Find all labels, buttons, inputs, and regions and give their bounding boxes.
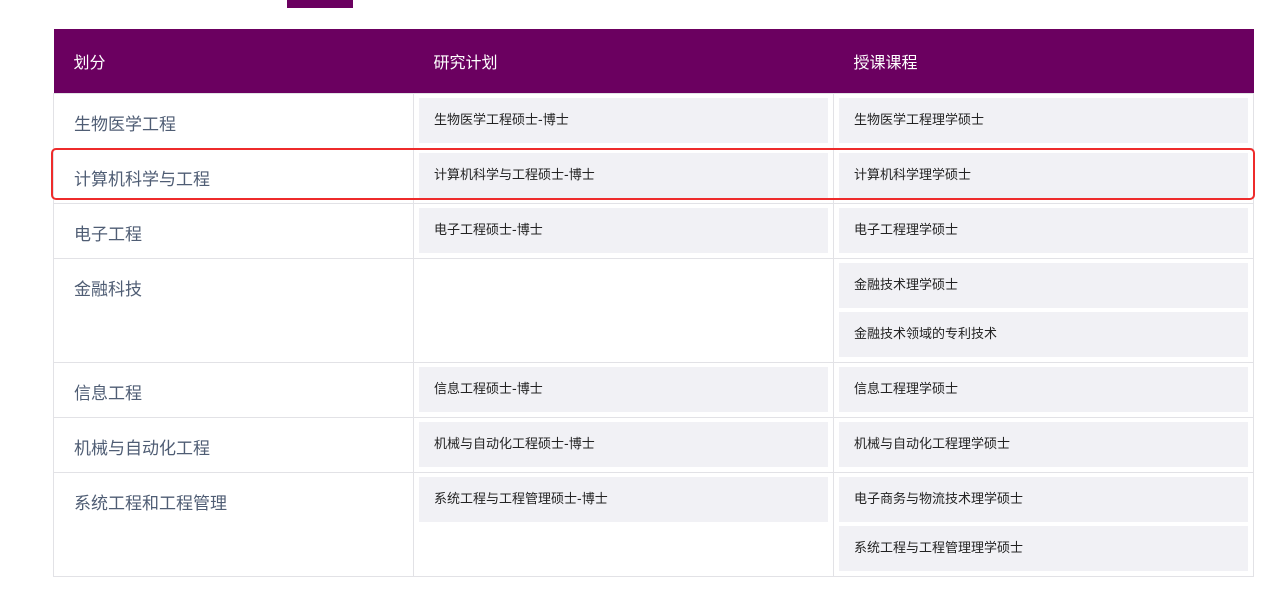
research-program-item[interactable]: 生物医学工程硕士-博士 — [419, 97, 828, 143]
table-row: 信息工程 信息工程硕士-博士 信息工程理学硕士 — [53, 361, 1254, 418]
taught-cell: 生物医学工程理学硕士 — [833, 92, 1254, 149]
header-research: 研究计划 — [413, 29, 834, 93]
table-header-row: 划分 研究计划 授课课程 — [53, 29, 1254, 93]
research-cell: 计算机科学与工程硕士-博士 — [413, 147, 834, 204]
research-program-item[interactable]: 计算机科学与工程硕士-博士 — [419, 152, 828, 198]
table-row: 金融科技 金融技术理学硕士 金融技术领域的专利技术 — [53, 257, 1254, 363]
division-cell: 机械与自动化工程 — [53, 416, 414, 473]
taught-cell: 电子工程理学硕士 — [833, 202, 1254, 259]
table-row: 系统工程和工程管理 系统工程与工程管理硕士-博士 电子商务与物流技术理学硕士 系统工程… — [53, 471, 1254, 577]
research-cell: 信息工程硕士-博士 — [413, 361, 834, 418]
taught-program-item[interactable]: 金融技术理学硕士 — [839, 262, 1248, 308]
taught-cell: 金融技术理学硕士 金融技术领域的专利技术 — [833, 257, 1254, 363]
taught-cell: 计算机科学理学硕士 — [833, 147, 1254, 204]
research-program-item[interactable]: 信息工程硕士-博士 — [419, 366, 828, 412]
research-cell — [413, 257, 834, 363]
research-cell: 机械与自动化工程硕士-博士 — [413, 416, 834, 473]
header-division: 划分 — [53, 29, 414, 93]
taught-program-item[interactable]: 系统工程与工程管理理学硕士 — [839, 525, 1248, 571]
taught-program-item[interactable]: 电子商务与物流技术理学硕士 — [839, 476, 1248, 522]
research-program-item[interactable]: 系统工程与工程管理硕士-博士 — [419, 476, 828, 522]
research-program-item[interactable]: 机械与自动化工程硕士-博士 — [419, 421, 828, 467]
research-program-item[interactable]: 电子工程硕士-博士 — [419, 207, 828, 253]
taught-program-item[interactable]: 金融技术领域的专利技术 — [839, 311, 1248, 357]
taught-program-item[interactable]: 计算机科学理学硕士 — [839, 152, 1248, 198]
division-cell: 系统工程和工程管理 — [53, 471, 414, 577]
programs-table: 划分 研究计划 授课课程 生物医学工程 生物医学工程硕士-博士 生物医学工程理学硕士… — [53, 29, 1254, 577]
table-row: 计算机科学与工程 计算机科学与工程硕士-博士 计算机科学理学硕士 — [53, 147, 1254, 204]
taught-program-item[interactable]: 电子工程理学硕士 — [839, 207, 1248, 253]
table-row: 电子工程 电子工程硕士-博士 电子工程理学硕士 — [53, 202, 1254, 259]
taught-program-item[interactable]: 生物医学工程理学硕士 — [839, 97, 1248, 143]
research-cell: 电子工程硕士-博士 — [413, 202, 834, 259]
research-cell: 系统工程与工程管理硕士-博士 — [413, 471, 834, 577]
division-cell: 生物医学工程 — [53, 92, 414, 149]
taught-cell: 电子商务与物流技术理学硕士 系统工程与工程管理理学硕士 — [833, 471, 1254, 577]
taught-cell: 机械与自动化工程理学硕士 — [833, 416, 1254, 473]
division-cell: 计算机科学与工程 — [53, 147, 414, 204]
page: 划分 研究计划 授课课程 生物医学工程 生物医学工程硕士-博士 生物医学工程理学硕士… — [0, 0, 1286, 592]
table-row: 生物医学工程 生物医学工程硕士-博士 生物医学工程理学硕士 — [53, 92, 1254, 149]
taught-program-item[interactable]: 机械与自动化工程理学硕士 — [839, 421, 1248, 467]
taught-program-item[interactable]: 信息工程理学硕士 — [839, 366, 1248, 412]
research-cell: 生物医学工程硕士-博士 — [413, 92, 834, 149]
division-cell: 信息工程 — [53, 361, 414, 418]
division-cell: 金融科技 — [53, 257, 414, 363]
taught-cell: 信息工程理学硕士 — [833, 361, 1254, 418]
table-row: 机械与自动化工程 机械与自动化工程硕士-博士 机械与自动化工程理学硕士 — [53, 416, 1254, 473]
active-tab-indicator[interactable] — [287, 0, 353, 8]
header-taught: 授课课程 — [833, 29, 1254, 93]
division-cell: 电子工程 — [53, 202, 414, 259]
